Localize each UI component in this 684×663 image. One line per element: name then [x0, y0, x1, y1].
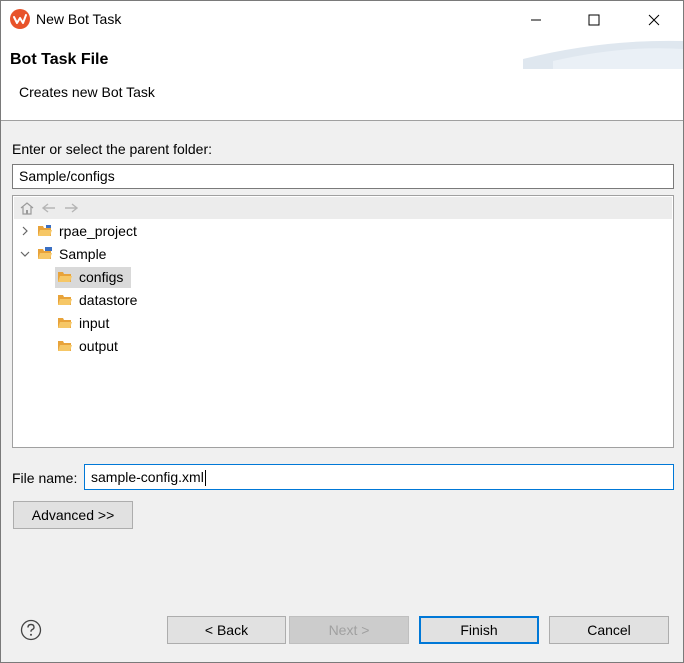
next-button[interactable]: Next >	[289, 616, 409, 644]
wizard-banner: Bot Task File Creates new Bot Task	[1, 39, 683, 121]
banner-description: Creates new Bot Task	[19, 84, 155, 100]
folder-icon	[58, 295, 72, 305]
parent-folder-input[interactable]: Sample/configs	[12, 164, 674, 189]
maximize-icon	[588, 14, 600, 26]
window-title: New Bot Task	[36, 11, 122, 27]
cancel-button[interactable]: Cancel	[549, 616, 669, 644]
home-icon[interactable]	[19, 201, 35, 215]
chevron-down-icon[interactable]	[19, 248, 31, 260]
file-name-label: File name:	[12, 470, 78, 486]
file-name-value: sample-config.xml	[91, 469, 204, 485]
banner-title: Bot Task File	[10, 51, 109, 68]
tree-item-label: rpae_project	[59, 223, 137, 239]
tree-item-label: output	[79, 338, 118, 354]
tree-item-output[interactable]: output	[57, 336, 120, 356]
help-icon[interactable]	[20, 619, 42, 641]
text-caret	[204, 470, 206, 487]
back-arrow-icon[interactable]	[41, 201, 57, 215]
forward-arrow-icon[interactable]	[63, 201, 79, 215]
tree-item-label: datastore	[79, 292, 138, 308]
tree-item-input[interactable]: input	[57, 313, 111, 333]
tree-item-label: configs	[79, 269, 124, 285]
title-bar[interactable]: New Bot Task	[1, 1, 683, 39]
project-folder-icon	[38, 225, 52, 236]
finish-button[interactable]: Finish	[419, 616, 539, 644]
app-logo-icon	[10, 9, 30, 29]
new-bot-task-dialog: New Bot Task Bot Task File Creates new B…	[0, 0, 684, 663]
minimize-button[interactable]	[507, 1, 565, 39]
tree-item-rpae-project[interactable]: rpae_project	[19, 221, 139, 241]
tree-item-label: input	[79, 315, 110, 331]
chevron-right-icon[interactable]	[19, 225, 31, 237]
tree-item-sample[interactable]: Sample	[19, 244, 108, 264]
close-button[interactable]	[625, 1, 683, 39]
folder-icon	[58, 318, 72, 328]
close-icon	[648, 14, 660, 26]
folder-tree[interactable]: rpae_project Sample configs datastore in…	[12, 195, 674, 448]
folder-icon	[58, 272, 72, 282]
parent-folder-label: Enter or select the parent folder:	[12, 141, 212, 157]
tree-item-configs[interactable]: configs	[57, 267, 125, 287]
folder-icon	[58, 341, 72, 351]
advanced-button[interactable]: Advanced >>	[13, 501, 133, 529]
minimize-icon	[531, 19, 541, 21]
project-folder-icon	[38, 247, 52, 259]
back-button[interactable]: < Back	[167, 616, 286, 644]
banner-swoosh-graphic	[523, 40, 683, 69]
tree-item-datastore[interactable]: datastore	[57, 290, 139, 310]
maximize-button[interactable]	[565, 1, 623, 39]
file-name-input[interactable]: sample-config.xml	[84, 464, 674, 490]
tree-toolbar	[14, 197, 672, 219]
tree-item-label: Sample	[59, 246, 107, 262]
